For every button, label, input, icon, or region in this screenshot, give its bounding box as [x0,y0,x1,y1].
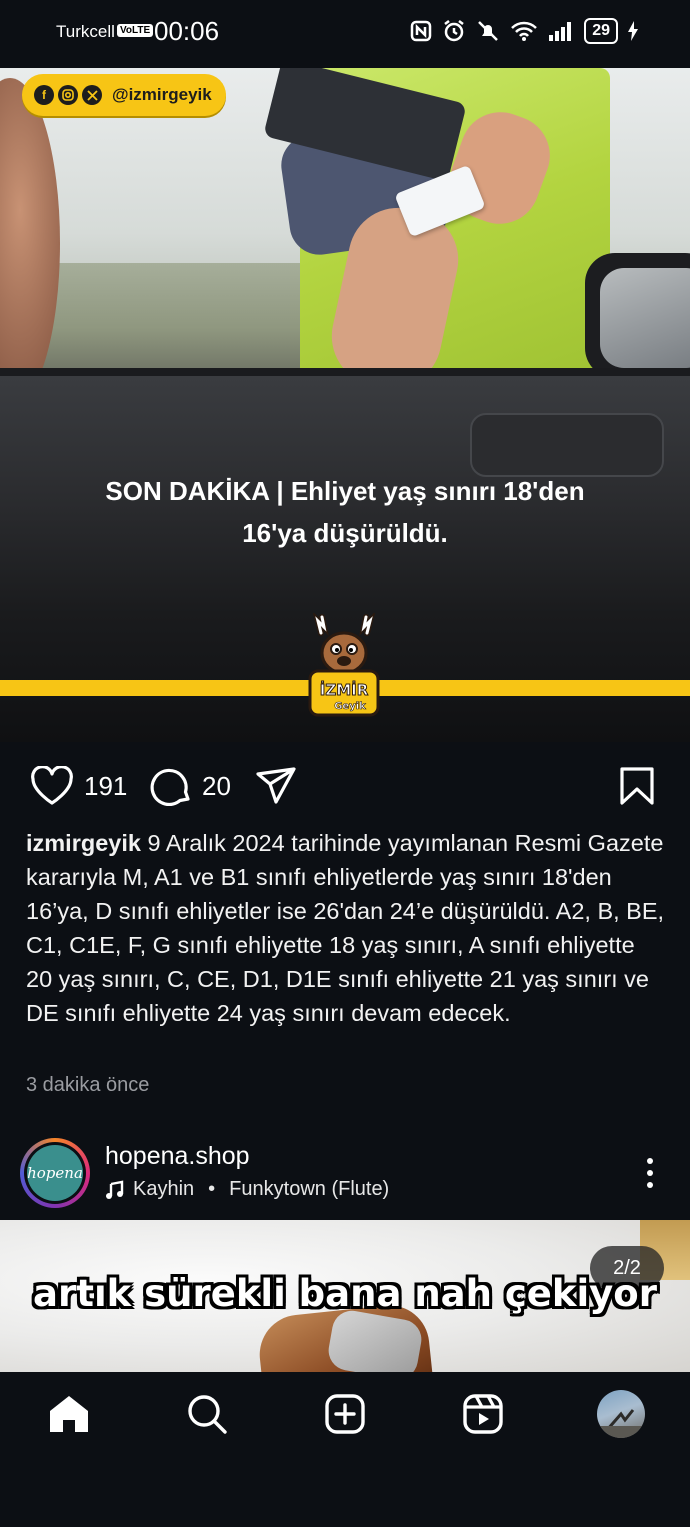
status-icons: 29 [410,18,638,44]
nfc-icon [410,20,432,42]
badge-handle: @izmirgeyik [112,85,212,104]
alarm-icon [444,20,464,42]
izmir-geyik-logo-icon: İZMİR Geyik [308,613,380,717]
music-separator: • [208,1178,216,1200]
signal-icon [549,22,572,41]
next-post-media[interactable]: 2/2 artık sürekli bana nah çekiyor [0,1220,690,1372]
reels-icon [463,1394,503,1434]
headline-line-2: 16'ya düşürüldü. [242,518,448,548]
mirror-glass [600,268,690,368]
post-timestamp: 3 dakika önce [26,1074,150,1096]
profile-photo [597,1409,645,1438]
like-count: 191 [84,770,128,801]
post-image[interactable]: f @izmirgeyik SON DAKİKA | Ehliyet yaş s… [0,68,690,742]
logo-text-top: İZMİR [320,680,369,699]
clock: 00:06 [154,16,220,46]
account-badge: f @izmirgeyik [22,74,226,116]
charging-icon [628,21,638,41]
facebook-icon: f [34,85,54,105]
mute-icon [478,21,499,41]
door-handle [470,413,664,477]
like-button[interactable]: 191 [30,760,127,812]
media-caption: artık sürekli bana nah çekiyor [33,1272,657,1315]
avatar: hopena [27,1145,83,1201]
instagram-icon [58,85,78,105]
next-post-header: hopena hopena.shop Kayhin • Funkytown (F… [0,1136,690,1212]
wifi-icon [511,21,538,41]
more-options-icon[interactable] [640,1156,660,1190]
save-button[interactable] [618,760,656,812]
nav-create[interactable] [323,1392,367,1436]
post-actions: 191 20 [0,760,690,812]
music-artist: Kayhin [133,1178,195,1200]
volte-indicator: VoLTE [117,24,154,37]
window-frame [0,368,690,376]
comment-button[interactable]: 20 [150,760,231,812]
x-icon [82,85,102,105]
bottom-nav [0,1372,690,1527]
story-avatar[interactable]: hopena [20,1138,90,1208]
battery-level: 29 [584,18,618,44]
caption-text: 9 Aralık 2024 tarihinde yayımlanan Resmi… [26,830,665,1026]
heart-icon [31,766,73,805]
add-icon [325,1394,365,1434]
avatar-border: hopena [24,1142,86,1204]
status-bar: Turkcell VoLTE 00:06 29 [0,0,690,68]
headline-line-1: SON DAKİKA | Ehliyet yaş sınırı 18'den [105,476,585,506]
bookmark-icon [620,767,654,805]
comment-icon [150,768,190,806]
next-post-username[interactable]: hopena.shop [105,1142,250,1171]
post-headline: SON DAKİKA | Ehliyet yaş sınırı 18'den 1… [40,470,650,554]
home-icon [50,1396,88,1432]
caption-username[interactable]: izmirgeyik [26,830,141,856]
search-icon [188,1395,227,1434]
post-caption: izmirgeyik 9 Aralık 2024 tarihinde yayım… [26,826,666,1030]
logo-text-bottom: Geyik [334,701,366,712]
profile-avatar[interactable] [597,1390,645,1438]
carrier-name: Turkcell [56,22,115,41]
nav-home[interactable] [47,1392,91,1436]
comment-count: 20 [202,770,231,801]
music-note-icon [106,1180,124,1199]
nav-reels[interactable] [461,1392,505,1436]
music-info[interactable]: Kayhin • Funkytown (Flute) [105,1178,389,1201]
music-track: Funkytown (Flute) [229,1178,390,1200]
send-icon [256,767,296,804]
nav-search[interactable] [185,1392,229,1436]
share-button[interactable] [254,760,298,812]
